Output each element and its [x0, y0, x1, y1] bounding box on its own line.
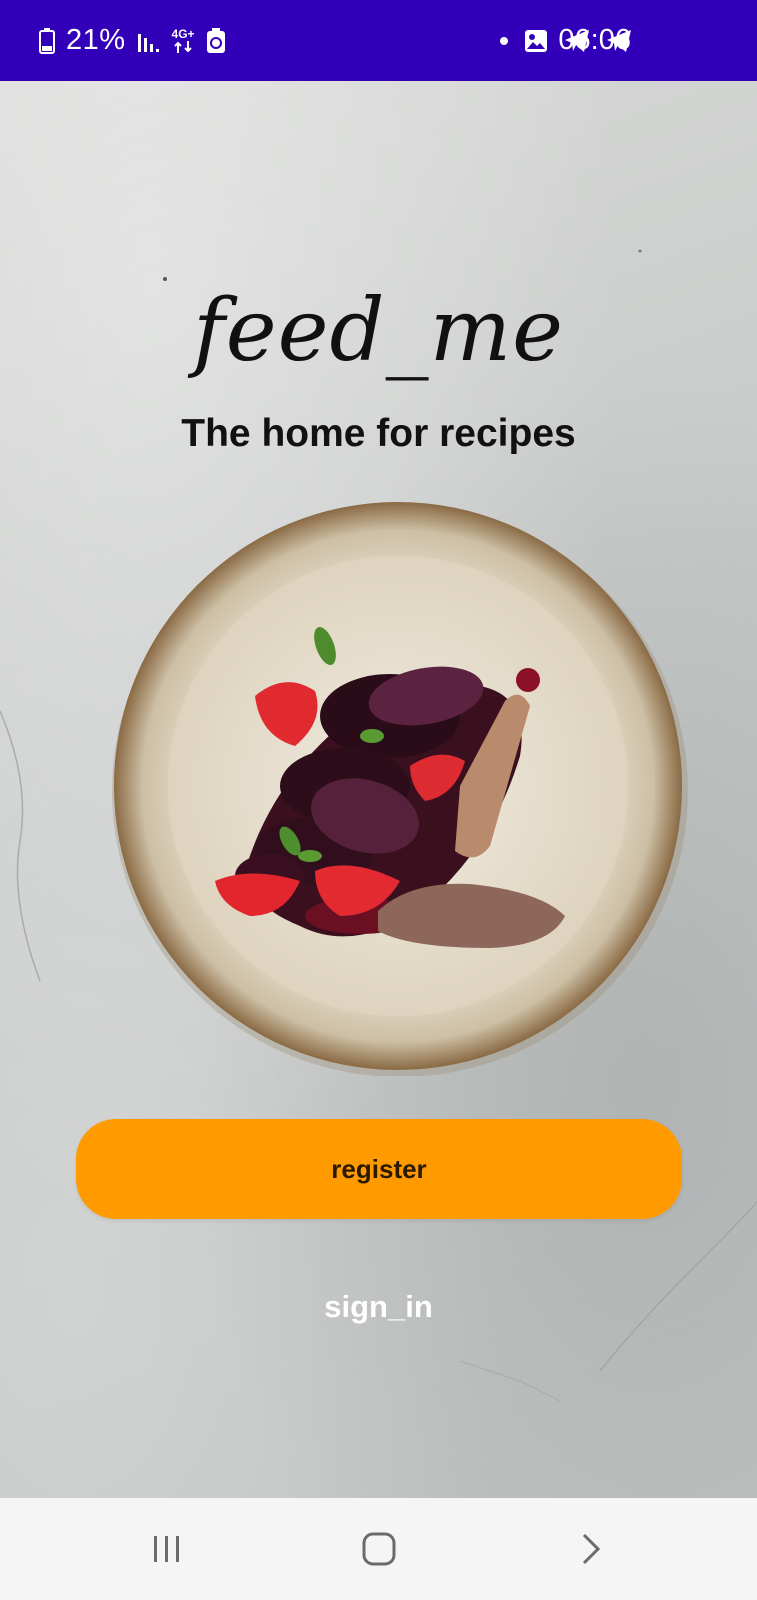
dish-image: [112, 502, 688, 1076]
home-icon[interactable]: [354, 1524, 404, 1574]
clock: 06:06: [558, 24, 631, 56]
back-icon[interactable]: [566, 1524, 616, 1574]
recycle-icon: [205, 27, 227, 55]
data-icon: 4G+: [172, 28, 195, 54]
sign-in-link[interactable]: sign_in: [0, 1289, 757, 1325]
navigation-bar: [0, 1498, 757, 1600]
signal-icon: [136, 28, 162, 54]
image-icon: [523, 28, 549, 54]
app-title: feed_me: [192, 281, 565, 381]
welcome-screen: feed_me The home for recipes register si…: [0, 81, 757, 1498]
register-button[interactable]: register: [76, 1119, 682, 1219]
network-type: 4G+: [171, 26, 195, 41]
dot-icon: [499, 36, 509, 46]
recents-icon[interactable]: [142, 1524, 192, 1574]
status-bar: 21% 4G+ 06:06: [0, 0, 757, 81]
battery-percentage: 21%: [66, 24, 126, 56]
battery-icon: [38, 27, 56, 55]
app-subtitle: The home for recipes: [181, 412, 576, 455]
